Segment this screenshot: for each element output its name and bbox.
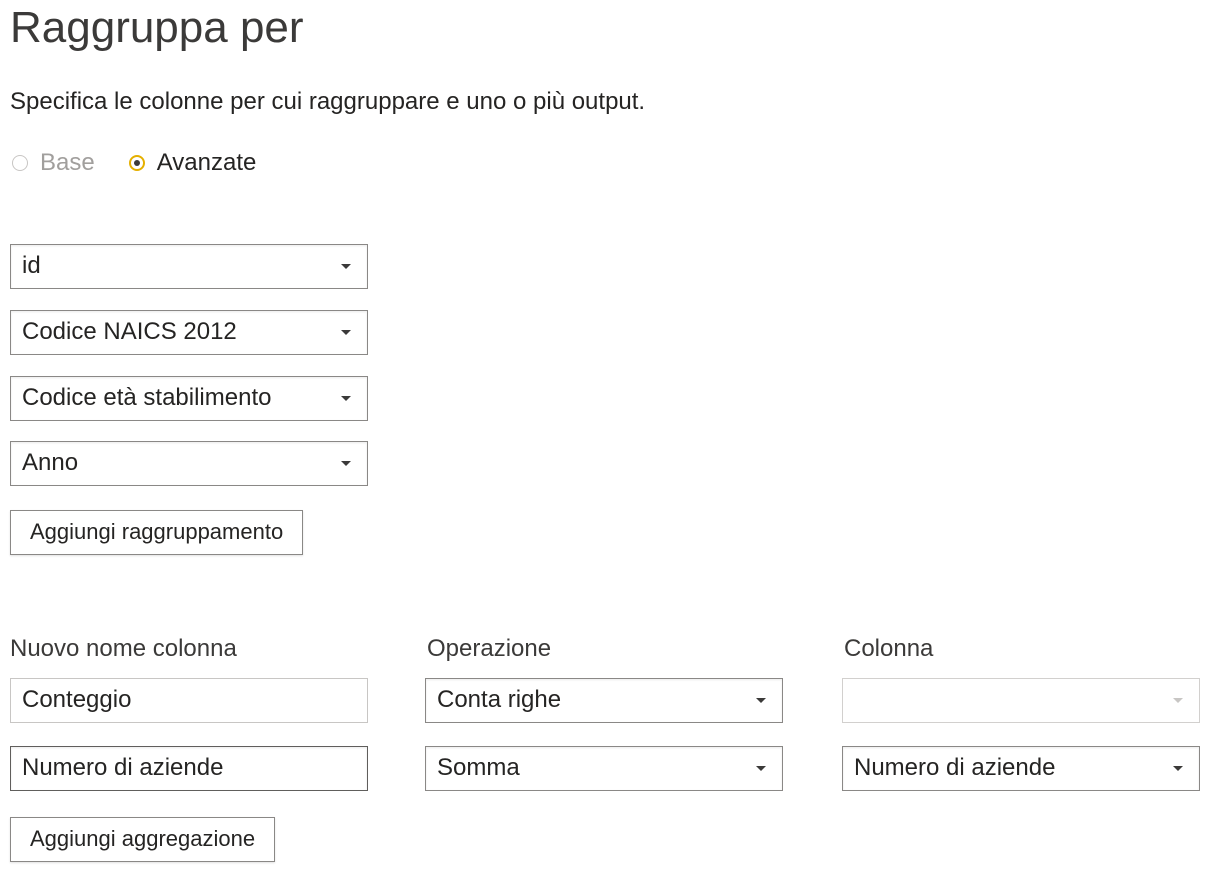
add-grouping-button[interactable]: Aggiungi raggruppamento: [10, 510, 304, 555]
group-by-select-3-value: Codice età stabilimento: [22, 384, 272, 411]
new-column-name-input-2[interactable]: Numero di aziende: [10, 746, 368, 791]
group-by-select-4-value: Anno: [22, 449, 79, 476]
group-by-select-2-value: Codice NAICS 2012: [22, 318, 237, 345]
column-select-1: [842, 678, 1200, 723]
header-operation: Operazione: [427, 635, 552, 662]
group-by-select-1[interactable]: id: [10, 244, 368, 289]
radio-base-circle-icon[interactable]: [12, 155, 28, 171]
radio-avanzate-circle-icon[interactable]: [128, 155, 145, 171]
dialog-title: Raggruppa per: [10, 3, 304, 52]
radio-avanzate[interactable]: Avanzate: [128, 146, 257, 180]
group-by-select-2[interactable]: Codice NAICS 2012: [10, 310, 368, 355]
chevron-down-icon: [1173, 766, 1183, 771]
chevron-down-icon: [341, 264, 351, 269]
column-select-2-value: Numero di aziende: [854, 754, 1056, 781]
group-by-select-3[interactable]: Codice età stabilimento: [10, 376, 368, 421]
operation-select-1-value: Conta righe: [437, 686, 562, 713]
group-by-select-4[interactable]: Anno: [10, 441, 368, 486]
column-select-2[interactable]: Numero di aziende: [842, 746, 1200, 791]
operation-select-2-value: Somma: [437, 754, 520, 781]
radio-avanzate-label: Avanzate: [156, 149, 257, 176]
chevron-down-icon: [341, 330, 351, 335]
radio-base[interactable]: Base: [12, 146, 95, 180]
chevron-down-icon: [756, 766, 766, 771]
header-column: Colonna: [844, 635, 934, 662]
operation-select-2[interactable]: Somma: [425, 746, 783, 791]
new-column-name-input-1[interactable]: Conteggio: [10, 678, 368, 723]
chevron-down-icon: [341, 461, 351, 466]
group-by-select-1-value: id: [22, 252, 41, 279]
header-new-column-name: Nuovo nome colonna: [10, 635, 237, 662]
chevron-down-icon: [756, 698, 766, 703]
chevron-down-icon: [341, 396, 351, 401]
operation-select-1[interactable]: Conta righe: [425, 678, 783, 723]
chevron-down-icon: [1173, 698, 1183, 703]
dialog-subtitle: Specifica le colonne per cui raggruppare…: [10, 88, 646, 115]
mode-radio-group: Base Avanzate: [12, 146, 290, 180]
radio-base-label: Base: [40, 149, 95, 176]
add-aggregation-button[interactable]: Aggiungi aggregazione: [10, 817, 276, 862]
